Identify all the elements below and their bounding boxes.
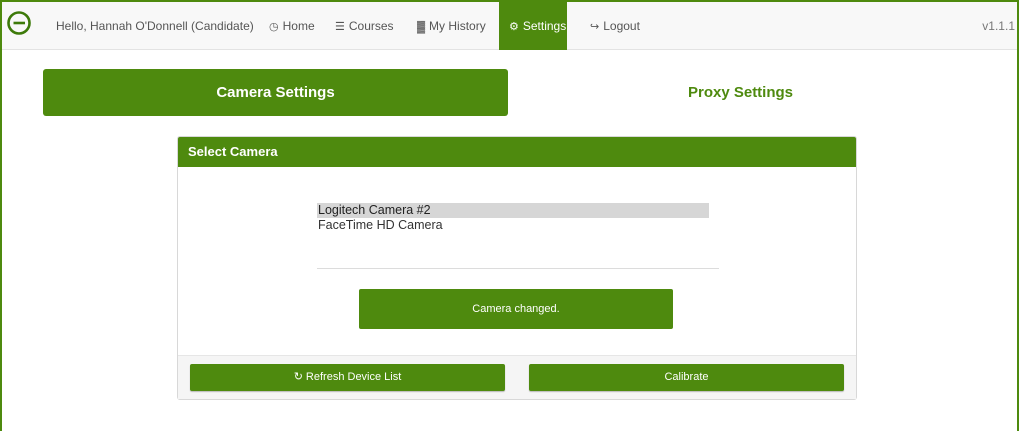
panel-footer: ↻ Refresh Device List Calibrate	[178, 355, 856, 399]
select-camera-panel: Select Camera Logitech Camera #2 FaceTim…	[177, 136, 857, 400]
panel-title: Select Camera	[178, 137, 856, 167]
nav-settings[interactable]: ⚙ Settings	[499, 2, 567, 50]
camera-option-logitech[interactable]: Logitech Camera #2	[317, 203, 709, 218]
status-message: Camera changed.	[359, 289, 673, 329]
nav-home-label: Home	[282, 19, 315, 33]
refresh-device-list-button[interactable]: ↻ Refresh Device List	[190, 364, 505, 391]
nav-my-history[interactable]: ▓ My History	[407, 2, 496, 50]
app-logo[interactable]	[6, 10, 32, 36]
bar-chart-icon: ▓	[417, 21, 426, 33]
nav-logout[interactable]: ↪ Logout	[580, 2, 650, 50]
navbar: Hello, Hannah O'Donnell (Candidate) ◷ Hom…	[2, 2, 1017, 50]
nav-courses-label: Courses	[348, 19, 394, 33]
nav-home[interactable]: ◷ Home	[259, 2, 325, 50]
version-label: v1.1.1	[982, 19, 1015, 33]
tab-camera-settings[interactable]: Camera Settings	[43, 69, 508, 116]
calibrate-button[interactable]: Calibrate	[529, 364, 844, 391]
nav-my-history-label: My History	[429, 19, 486, 33]
nav-courses[interactable]: ☰ Courses	[325, 2, 404, 50]
gear-icon: ⚙	[509, 21, 519, 33]
user-greeting: Hello, Hannah O'Donnell (Candidate)	[56, 19, 254, 33]
nav-settings-label: Settings	[522, 19, 567, 33]
logout-icon: ↪	[590, 21, 600, 33]
refresh-button-label: Refresh Device List	[305, 371, 402, 383]
divider	[317, 268, 719, 269]
clock-icon: ◷	[269, 21, 279, 33]
refresh-icon: ↻	[293, 371, 303, 383]
camera-option-facetime[interactable]: FaceTime HD Camera	[317, 218, 709, 233]
nav-logout-label: Logout	[603, 19, 640, 33]
camera-listbox[interactable]: Logitech Camera #2 FaceTime HD Camera	[317, 203, 709, 243]
list-icon: ☰	[335, 21, 345, 33]
tab-proxy-settings[interactable]: Proxy Settings	[508, 69, 973, 116]
